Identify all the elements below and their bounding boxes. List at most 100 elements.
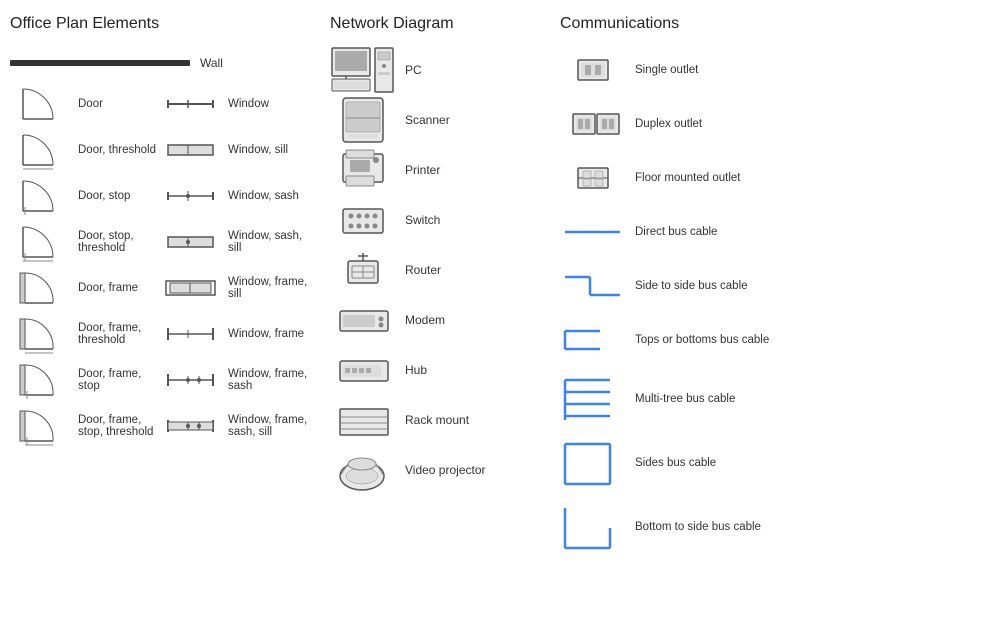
videoprojector-label: Video projector [405,463,486,477]
modem-label: Modem [405,313,445,327]
sides-cable-row: Sides bus cable [560,433,840,493]
window-label: Window [228,98,269,110]
window-symbol [160,84,220,124]
bottom-side-cable-label: Bottom to side bus cable [635,521,761,533]
tops-bottoms-cable-row: Tops or bottoms bus cable [560,315,840,365]
multi-tree-cable-symbol [560,377,625,422]
window-frame-sill-label: Window, frame, sill [228,276,310,300]
direct-bus-cable-label: Direct bus cable [635,226,717,238]
window-frame-symbol [160,314,220,354]
communications-grid: Single outlet Duplex outle [560,45,840,557]
pc-symbol [330,48,395,93]
network-title: Network Diagram [330,15,540,33]
bottom-side-cable-symbol [560,505,625,550]
communications-title: Communications [560,15,840,33]
window-frame-label: Window, frame [228,328,304,340]
network-scanner-row: Scanner [330,95,540,145]
network-section: Network Diagram [310,15,540,624]
door-frame-stop-threshold-symbol [10,406,70,446]
window-sash-sill-label: Window, sash, sill [228,230,310,254]
window-sash-label: Window, sash [228,190,299,202]
bottom-side-cable-row: Bottom to side bus cable [560,497,840,557]
window-sill-symbol [160,130,220,170]
window-frame-sash-symbol [160,360,220,400]
switch-label: Switch [405,213,440,227]
network-hub-row: Hub [330,345,540,395]
doors-column: Door Door, threshold [10,81,160,449]
multi-tree-cable-label: Multi-tree bus cable [635,393,735,405]
window-frame-row: Window, frame [160,311,310,357]
door-frame-threshold-row: Door, frame, threshold [10,311,160,357]
window-sill-label: Window, sill [228,144,288,156]
network-switch-row: Switch [330,195,540,245]
door-frame-stop-label: Door, frame, stop [78,368,160,392]
direct-bus-cable-symbol [560,210,625,255]
floor-outlet-label: Floor mounted outlet [635,172,740,184]
door-stop-symbol [10,176,70,216]
switch-symbol [330,198,395,243]
door-label: Door [78,98,103,110]
printer-symbol [330,148,395,193]
window-frame-sill-row: Window, frame, sill [160,265,310,311]
communications-section: Communications Single outlet [540,15,840,624]
modem-symbol [330,298,395,343]
office-title: Office Plan Elements [10,15,310,33]
floor-outlet-symbol [560,156,625,201]
hub-symbol [330,348,395,393]
door-stop-threshold-row: Door, stop, threshold [10,219,160,265]
window-frame-sill-symbol [160,268,220,308]
door-frame-label: Door, frame [78,282,138,294]
office-columns: Door Door, threshold [10,81,310,449]
duplex-outlet-symbol [560,102,625,147]
door-stop-label: Door, stop [78,190,130,202]
door-symbol [10,84,70,124]
floor-outlet-row: Floor mounted outlet [560,153,840,203]
main-page: Office Plan Elements Wall Door [0,0,1000,639]
wall-label: Wall [200,56,223,70]
scanner-label: Scanner [405,113,450,127]
single-outlet-label: Single outlet [635,64,698,76]
door-frame-symbol [10,268,70,308]
tops-bottoms-cable-label: Tops or bottoms bus cable [635,334,769,346]
direct-bus-cable-row: Direct bus cable [560,207,840,257]
door-frame-threshold-label: Door, frame, threshold [78,322,160,346]
window-row: Window [160,81,310,127]
window-frame-sash-sill-row: Window, frame, sash, sill [160,403,310,449]
tops-bottoms-cable-symbol [560,318,625,363]
duplex-outlet-label: Duplex outlet [635,118,702,130]
window-sash-row: Window, sash [160,173,310,219]
rackmount-symbol [330,398,395,443]
office-section: Office Plan Elements Wall Door [10,15,310,624]
window-frame-sash-label: Window, frame, sash [228,368,310,392]
printer-label: Printer [405,163,440,177]
network-pc-row: PC [330,45,540,95]
pc-label: PC [405,63,422,77]
hub-label: Hub [405,363,427,377]
single-outlet-row: Single outlet [560,45,840,95]
multi-tree-cable-row: Multi-tree bus cable [560,369,840,429]
door-stop-row: Door, stop [10,173,160,219]
router-symbol [330,248,395,293]
door-frame-stop-threshold-row: Door, frame, stop, threshold [10,403,160,449]
videoprojector-symbol [330,448,395,493]
door-threshold-row: Door, threshold [10,127,160,173]
rackmount-label: Rack mount [405,413,469,427]
sides-cable-label: Sides bus cable [635,457,716,469]
door-frame-row: Door, frame [10,265,160,311]
window-sill-row: Window, sill [160,127,310,173]
network-videoprojector-row: Video projector [330,445,540,495]
door-stop-threshold-label: Door, stop, threshold [78,230,160,254]
door-row: Door [10,81,160,127]
door-frame-stop-threshold-label: Door, frame, stop, threshold [78,414,160,438]
window-frame-sash-sill-label: Window, frame, sash, sill [228,414,310,438]
door-frame-threshold-symbol [10,314,70,354]
single-outlet-symbol [560,48,625,93]
window-sash-sill-row: Window, sash, sill [160,219,310,265]
scanner-symbol [330,98,395,143]
window-frame-sash-sill-symbol [160,406,220,446]
sides-cable-symbol [560,441,625,486]
window-sash-sill-symbol [160,222,220,262]
network-modem-row: Modem [330,295,540,345]
side-to-side-cable-symbol [560,264,625,309]
wall-row: Wall [10,45,310,81]
